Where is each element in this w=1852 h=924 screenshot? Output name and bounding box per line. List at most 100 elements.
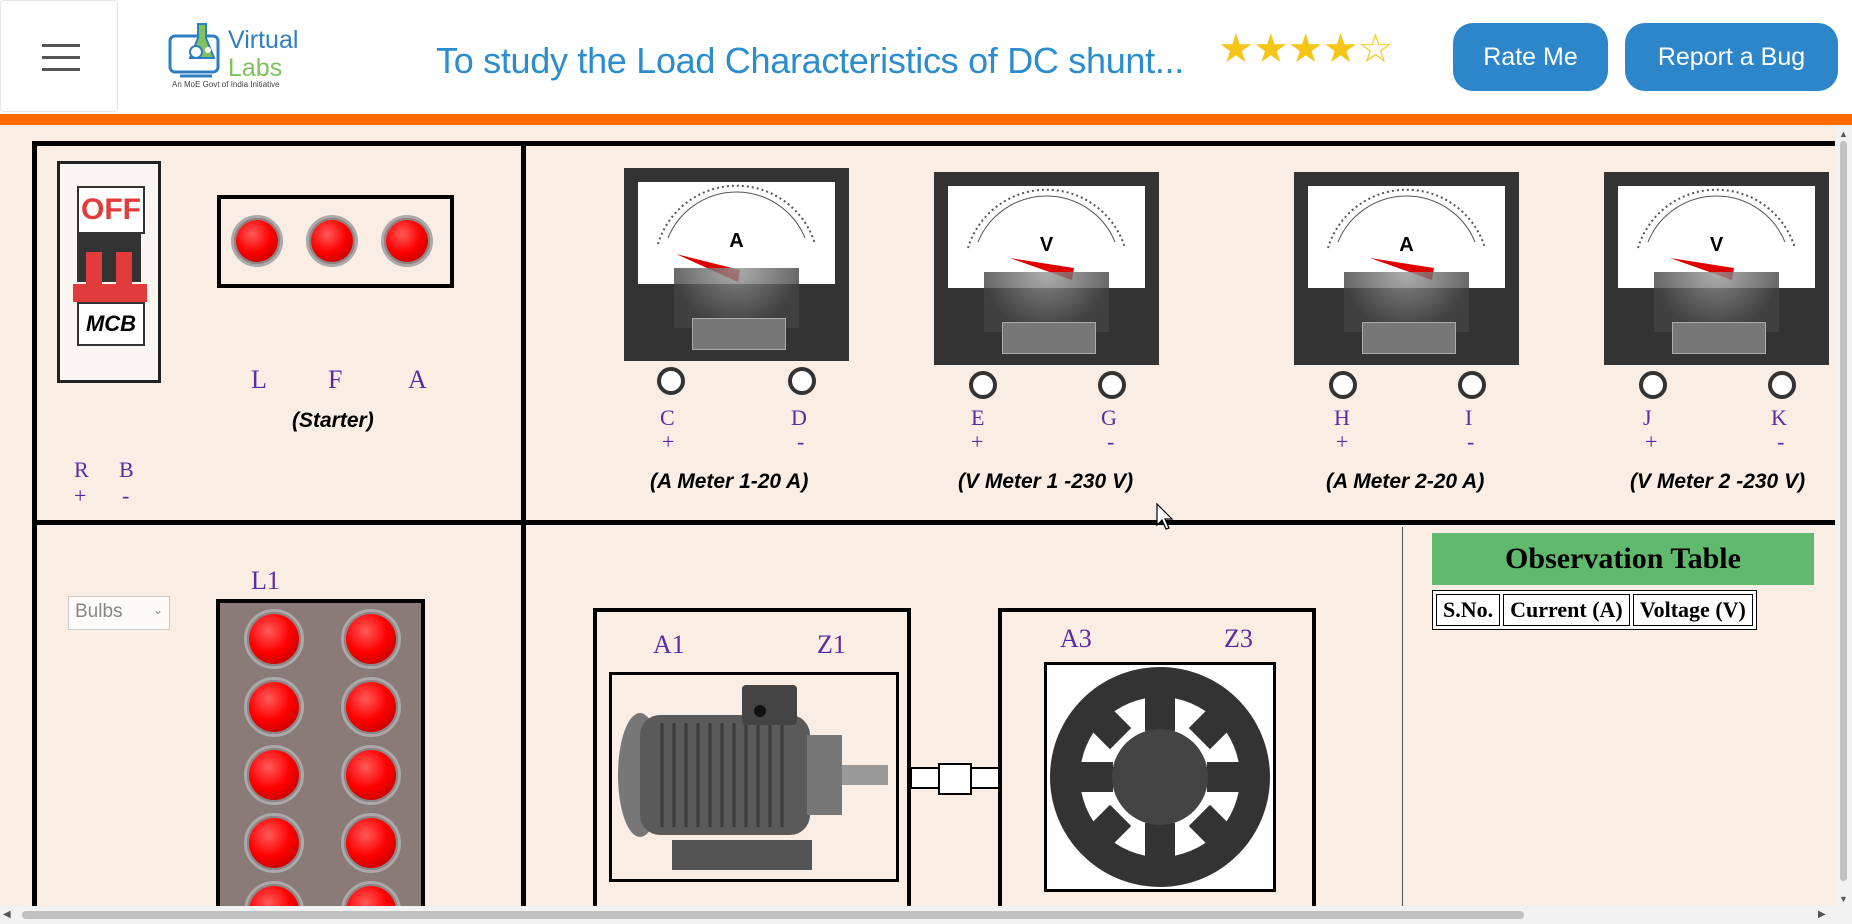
terminal-label-i: I xyxy=(1465,405,1473,430)
terminal-label-e: E xyxy=(971,405,985,430)
terminal-sign: - xyxy=(1777,429,1785,454)
terminal-c[interactable] xyxy=(657,367,685,395)
mcb-label: MCB xyxy=(77,302,145,346)
ammeter-1: A xyxy=(624,168,849,361)
terminal-h[interactable] xyxy=(1329,371,1357,399)
scroll-right-icon[interactable]: ▶ xyxy=(1818,909,1826,920)
terminal-sign: + xyxy=(1645,429,1658,454)
generator-image xyxy=(1044,662,1276,892)
panel-border-left xyxy=(32,141,37,906)
menu-bar-icon xyxy=(42,44,80,47)
terminal-sign: + xyxy=(971,429,984,454)
header-divider xyxy=(0,114,1852,125)
starter-lamp xyxy=(231,215,283,267)
mouse-cursor-icon xyxy=(1156,503,1174,530)
meter-symbol: A xyxy=(1399,234,1414,256)
terminal-label-g: G xyxy=(1101,405,1117,430)
supply-terminal-r[interactable]: R xyxy=(74,457,89,483)
generator-terminal-a3[interactable]: A3 xyxy=(1060,624,1092,654)
voltmeter-2: V xyxy=(1604,172,1829,365)
terminal-g[interactable] xyxy=(1098,371,1126,399)
column-header-sno: S.No. xyxy=(1436,594,1501,626)
meter-label: (A Meter 2-20 A) xyxy=(1326,470,1485,493)
bulb-lamp[interactable] xyxy=(341,677,401,737)
motor-terminal-z1[interactable]: Z1 xyxy=(817,630,846,660)
motor-terminal-a1[interactable]: A1 xyxy=(653,630,685,660)
logo-text-virtual: Virtual xyxy=(228,26,299,54)
vertical-scrollbar[interactable]: ▲ ▼ xyxy=(1835,125,1852,906)
menu-button[interactable] xyxy=(0,0,118,112)
scroll-up-icon[interactable]: ▲ xyxy=(1839,129,1848,139)
terminal-label-j: J xyxy=(1643,405,1652,430)
observation-table-title: Observation Table xyxy=(1432,533,1814,585)
column-header-current: Current (A) xyxy=(1503,594,1630,626)
horizontal-scrollbar[interactable]: ◀ ▶ xyxy=(0,906,1852,924)
panel-border-divider xyxy=(521,141,526,906)
meter-label: (V Meter 2 -230 V) xyxy=(1630,470,1806,493)
mcb-lever-icon xyxy=(116,252,132,288)
generator-terminal-z3[interactable]: Z3 xyxy=(1224,624,1253,654)
star-rating[interactable]: ★★★★☆ xyxy=(1218,27,1393,71)
logo-tagline: An MoE Govt of India Initiative xyxy=(172,80,280,89)
horizontal-scroll-thumb[interactable] xyxy=(22,911,1524,919)
supply-minus: - xyxy=(122,483,130,508)
starter-terminal-l[interactable]: L xyxy=(251,365,267,395)
starter-terminal-a[interactable]: A xyxy=(408,365,427,395)
meter-symbol: V xyxy=(1039,234,1054,256)
mcb-state: OFF xyxy=(77,186,145,234)
bulb-lamp[interactable] xyxy=(244,677,304,737)
load-label-l1[interactable]: L1 xyxy=(251,566,280,596)
bulb-lamp[interactable] xyxy=(341,881,401,906)
mcb-switch[interactable]: OFF MCB xyxy=(57,161,161,383)
observation-table: S.No. Current (A) Voltage (V) xyxy=(1432,590,1757,630)
vertical-scroll-thumb[interactable] xyxy=(1840,141,1847,881)
supply-terminal-b[interactable]: B xyxy=(119,457,134,483)
voltmeter-1: V xyxy=(934,172,1159,365)
terminal-sign: - xyxy=(1467,429,1475,454)
terminal-k[interactable] xyxy=(1768,371,1796,399)
scroll-left-icon[interactable]: ◀ xyxy=(3,909,11,920)
virtual-labs-logo[interactable]: Virtual Labs An MoE Govt of India Initia… xyxy=(162,18,302,94)
bulb-lamp[interactable] xyxy=(341,745,401,805)
chevron-down-icon: ⌄ xyxy=(152,603,163,617)
terminal-sign: + xyxy=(662,429,675,454)
meter-label: (V Meter 1 -230 V) xyxy=(958,470,1134,493)
generator-box: A3 Z3 xyxy=(998,608,1316,906)
starter-terminal-f[interactable]: F xyxy=(328,365,342,395)
terminal-d[interactable] xyxy=(788,367,816,395)
bulb-lamp[interactable] xyxy=(341,813,401,873)
terminal-i[interactable] xyxy=(1458,371,1486,399)
meter-reading-window xyxy=(1002,322,1096,354)
terminal-e[interactable] xyxy=(969,371,997,399)
meter-reading-window xyxy=(1362,322,1456,354)
column-header-voltage: Voltage (V) xyxy=(1632,594,1753,626)
terminal-sign: - xyxy=(1107,429,1115,454)
bulb-lamp[interactable] xyxy=(244,609,304,669)
menu-bar-icon xyxy=(42,68,80,71)
bulb-lamp[interactable] xyxy=(244,813,304,873)
meter-reading-window xyxy=(1672,322,1766,354)
bulb-lamp[interactable] xyxy=(244,745,304,805)
shaft-coupling-icon xyxy=(910,763,1000,795)
load-type-select[interactable]: Bulbs ⌄ xyxy=(68,596,170,630)
report-bug-button[interactable]: Report a Bug xyxy=(1625,23,1838,91)
terminal-sign: + xyxy=(1336,429,1349,454)
terminal-label-h: H xyxy=(1334,405,1350,430)
logo-text-labs: Labs xyxy=(228,54,283,82)
flask-logo-icon xyxy=(168,23,220,78)
terminal-label-c: C xyxy=(660,405,675,430)
terminal-label-k: K xyxy=(1771,405,1787,430)
rate-me-button[interactable]: Rate Me xyxy=(1453,23,1608,91)
bulb-lamp[interactable] xyxy=(244,881,304,906)
observation-divider xyxy=(1402,527,1403,906)
terminal-j[interactable] xyxy=(1639,371,1667,399)
terminal-sign: - xyxy=(797,429,805,454)
load-type-value: Bulbs xyxy=(75,601,123,622)
mcb-base xyxy=(73,284,147,302)
bulb-lamp[interactable] xyxy=(341,609,401,669)
motor-image xyxy=(609,672,899,882)
mcb-lever-icon xyxy=(86,252,102,288)
header: Virtual Labs An MoE Govt of India Initia… xyxy=(0,0,1852,114)
scroll-down-icon[interactable]: ▼ xyxy=(1839,894,1848,904)
meter-reading-window xyxy=(692,318,786,350)
